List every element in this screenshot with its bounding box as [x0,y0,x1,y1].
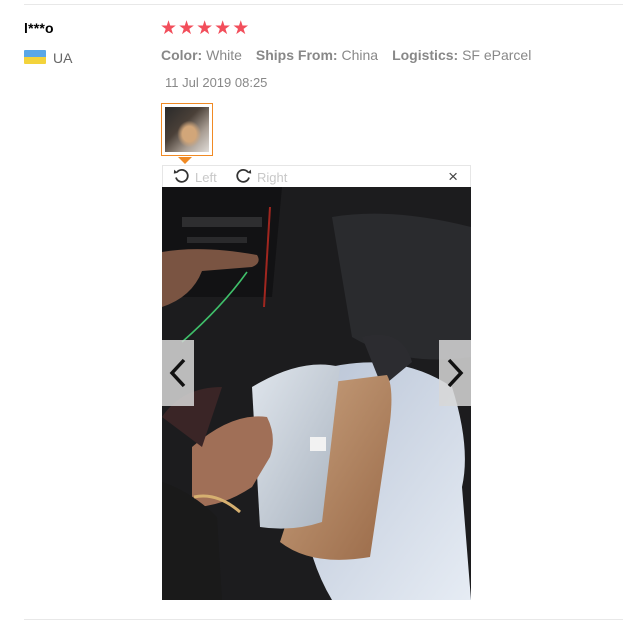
star-icon: ★ [178,18,196,39]
image-viewer-toolbar: Left Right × [162,165,471,187]
attribute-value: China [341,47,379,63]
review-photo-large [162,187,471,600]
attribute-ships-from: Ships From: China [256,47,378,63]
star-icon: ★ [214,18,232,39]
rotate-right-button[interactable]: Right [235,167,287,188]
attribute-label: Color: [161,47,203,63]
review-photo-thumbnail[interactable] [161,103,213,156]
star-icon: ★ [232,18,250,39]
chevron-left-icon [169,358,186,388]
star-rating: ★ ★ ★ ★ ★ [160,19,249,39]
rotate-right-label: Right [257,170,288,185]
reviewer-name: l***o [24,20,54,36]
thumbnail-pointer [178,157,192,164]
ukraine-flag-icon [24,50,46,64]
chevron-right-icon [447,358,464,388]
star-icon: ★ [196,18,214,39]
attribute-label: Ships From: [255,47,338,63]
review-date: 11 Jul 2019 08:25 [165,75,268,90]
previous-image-button[interactable] [162,340,194,406]
attribute-label: Logistics: [392,47,459,63]
top-divider [24,4,623,5]
review-photo-illustration [162,187,471,600]
reviewer-country: UA [53,50,73,66]
star-icon: ★ [160,18,178,39]
attribute-value: SF eParcel [462,47,532,63]
next-image-button[interactable] [439,340,471,406]
thumbnail-image [165,107,209,152]
rotate-left-label: Left [195,170,217,185]
rotate-left-icon [173,167,190,188]
close-icon[interactable]: × [448,167,458,187]
attribute-logistics: Logistics: SF eParcel [392,47,531,63]
order-attributes: Color: White Ships From: China Logistics… [161,47,531,63]
attribute-color: Color: White [161,47,242,63]
attribute-value: White [206,47,242,63]
bottom-divider [24,619,623,620]
rotate-right-icon [235,167,252,188]
rotate-left-button[interactable]: Left [173,167,217,188]
